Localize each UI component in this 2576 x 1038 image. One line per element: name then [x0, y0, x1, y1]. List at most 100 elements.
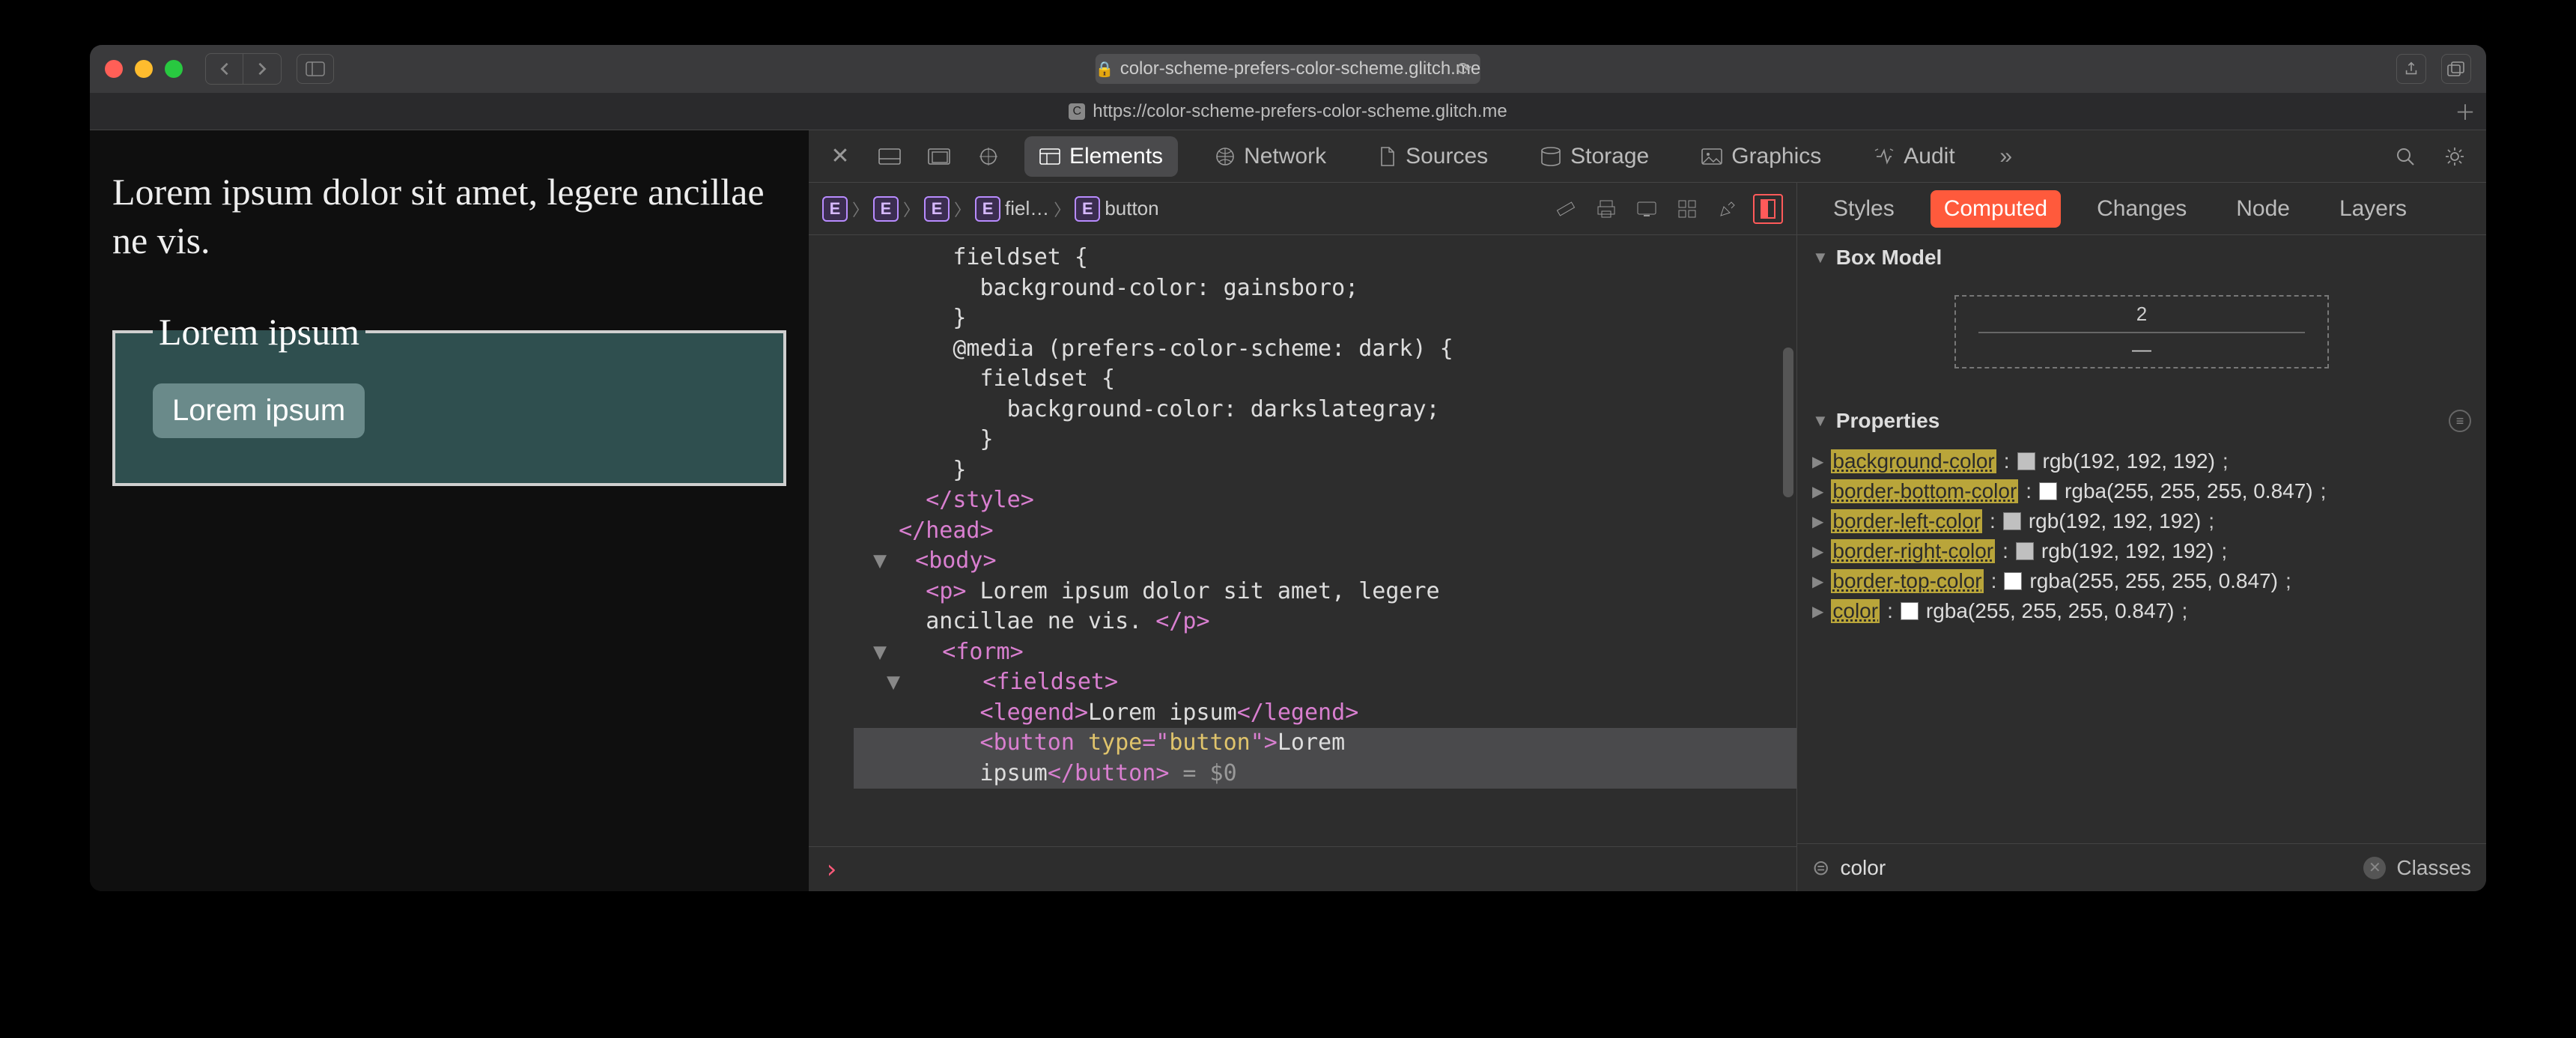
breadcrumb-badge: E	[1075, 196, 1100, 222]
minimize-window-button[interactable]	[135, 60, 153, 78]
elements-panel: E〉 E〉 E〉 E fiel…〉 E button	[809, 183, 1797, 891]
side-tab-node[interactable]: Node	[2223, 190, 2303, 228]
device-icon[interactable]	[1632, 194, 1662, 224]
breadcrumb-button: button	[1105, 197, 1158, 220]
print-styles-icon[interactable]	[1591, 194, 1621, 224]
tab-graphics-label: Graphics	[1731, 144, 1821, 169]
property-row[interactable]: ▶border-left-color: rgb(192, 192, 192);	[1812, 506, 2471, 536]
address-bar[interactable]: 🔒 color-scheme-prefers-color-scheme.glit…	[1096, 54, 1480, 84]
clear-filter-button[interactable]: ✕	[2363, 857, 2386, 879]
filter-icon: ⊜	[1812, 855, 1829, 880]
box-model-header[interactable]: ▼ Box Model	[1797, 235, 2486, 280]
close-window-button[interactable]	[105, 60, 123, 78]
tab-favicon: C	[1069, 103, 1085, 120]
settings-icon[interactable]	[2441, 143, 2468, 170]
tab-graphics[interactable]: Graphics	[1686, 136, 1836, 177]
lock-icon: 🔒	[1096, 60, 1114, 79]
tab-sources[interactable]: Sources	[1364, 136, 1503, 177]
reload-button[interactable]: ⟳	[1456, 58, 1471, 80]
elements-toolbar: E〉 E〉 E〉 E fiel…〉 E button	[809, 183, 1796, 235]
dock-bottom-icon[interactable]	[876, 143, 903, 170]
tab-title[interactable]: https://color-scheme-prefers-color-schem…	[1093, 101, 1507, 122]
tab-network-label: Network	[1244, 144, 1326, 169]
page-form: Lorem ipsum Lorem ipsum	[112, 310, 786, 486]
safari-window: 🔒 color-scheme-prefers-color-scheme.glit…	[90, 45, 2486, 891]
property-row[interactable]: ▶color: rgba(255, 255, 255, 0.847);	[1812, 596, 2471, 626]
color-swatch-icon	[2017, 452, 2035, 470]
inspector-body: E〉 E〉 E〉 E fiel…〉 E button	[809, 183, 2486, 891]
filter-bar: ⊜ ✕ Classes	[1797, 843, 2486, 891]
side-tabs: Styles Computed Changes Node Layers	[1797, 183, 2486, 235]
sidebar-toggle-button[interactable]	[297, 54, 334, 84]
forward-button[interactable]	[243, 54, 281, 84]
filter-input[interactable]	[1840, 856, 2353, 880]
zoom-window-button[interactable]	[165, 60, 183, 78]
storage-icon	[1540, 147, 1561, 166]
inspect-element-icon[interactable]	[975, 143, 1002, 170]
paint-icon[interactable]	[1713, 194, 1743, 224]
color-swatch-icon	[2003, 512, 2021, 530]
tab-bar: C https://color-scheme-prefers-color-sch…	[90, 93, 2486, 130]
tab-storage[interactable]: Storage	[1525, 136, 1664, 177]
tab-network[interactable]: Network	[1200, 136, 1341, 177]
compositing-icon[interactable]	[1753, 194, 1783, 224]
more-tabs-button[interactable]: »	[1993, 143, 2020, 170]
titlebar-right	[2396, 54, 2471, 84]
disclosure-triangle-icon: ▼	[1812, 248, 1829, 267]
color-swatch-icon	[1901, 602, 1919, 620]
page-button[interactable]: Lorem ipsum	[153, 383, 365, 438]
content-area: Lorem ipsum dolor sit amet, legere ancil…	[90, 130, 2486, 891]
tab-elements[interactable]: Elements	[1024, 136, 1178, 177]
property-row[interactable]: ▶border-top-color: rgba(255, 255, 255, 0…	[1812, 566, 2471, 596]
tabs-button[interactable]	[2441, 54, 2471, 84]
graphics-icon	[1701, 148, 1722, 165]
property-row[interactable]: ▶background-color: rgb(192, 192, 192);	[1812, 446, 2471, 476]
box-model-top: 2	[1956, 303, 2327, 326]
console-drawer[interactable]: ›	[809, 846, 1796, 891]
inspector-tabs: ✕ Elements Network Sources	[809, 130, 2486, 183]
new-tab-button[interactable]: ＋	[2455, 97, 2476, 127]
share-button[interactable]	[2396, 54, 2426, 84]
tab-audit-label: Audit	[1904, 144, 1954, 169]
property-row[interactable]: ▶border-bottom-color: rgba(255, 255, 255…	[1812, 476, 2471, 506]
box-model-diagram[interactable]: 2 —	[1812, 280, 2471, 391]
dom-tree[interactable]: fieldset { background-color: gainsboro; …	[809, 235, 1796, 846]
grid-icon[interactable]	[1672, 194, 1702, 224]
box-model-mid: —	[1978, 332, 2305, 361]
box-model-title: Box Model	[1836, 246, 1942, 270]
dock-side-icon[interactable]	[926, 143, 953, 170]
side-tab-layers[interactable]: Layers	[2326, 190, 2420, 228]
side-tab-styles[interactable]: Styles	[1820, 190, 1908, 228]
page-legend: Lorem ipsum	[153, 310, 365, 353]
tab-storage-label: Storage	[1570, 144, 1649, 169]
property-row[interactable]: ▶border-right-color: rgb(192, 192, 192);	[1812, 536, 2471, 566]
properties-title: Properties	[1836, 409, 1940, 433]
properties-header[interactable]: ▼ Properties ≡	[1797, 398, 2486, 443]
elements-icon	[1039, 148, 1060, 165]
tab-elements-label: Elements	[1069, 144, 1163, 169]
color-swatch-icon	[2039, 482, 2057, 500]
window-controls	[105, 60, 183, 78]
back-button[interactable]	[206, 54, 243, 84]
page-fieldset: Lorem ipsum Lorem ipsum	[112, 310, 786, 486]
scrollbar[interactable]	[1783, 347, 1793, 497]
network-icon	[1215, 147, 1235, 166]
breadcrumb-badge: E	[924, 196, 950, 222]
properties-options-icon[interactable]: ≡	[2449, 410, 2471, 432]
breadcrumb-badge: E	[873, 196, 899, 222]
breadcrumb-fiel: fiel…	[1005, 197, 1049, 220]
ruler-icon[interactable]	[1551, 194, 1581, 224]
breadcrumb[interactable]: E〉 E〉 E〉 E fiel…〉 E button	[822, 196, 1159, 222]
side-tab-changes[interactable]: Changes	[2083, 190, 2200, 228]
styles-sidebar: Styles Computed Changes Node Layers ▼ Bo…	[1797, 183, 2486, 891]
classes-button[interactable]: Classes	[2396, 856, 2471, 880]
tab-audit[interactable]: Audit	[1859, 136, 1969, 177]
audit-icon	[1874, 148, 1895, 166]
side-tab-computed[interactable]: Computed	[1931, 190, 2061, 228]
page-paragraph: Lorem ipsum dolor sit amet, legere ancil…	[112, 168, 786, 265]
tab-sources-label: Sources	[1406, 144, 1488, 169]
search-icon[interactable]	[2392, 143, 2419, 170]
url-text: color-scheme-prefers-color-scheme.glitch…	[1120, 58, 1480, 79]
close-inspector-button[interactable]: ✕	[827, 143, 854, 170]
rendered-page: Lorem ipsum dolor sit amet, legere ancil…	[90, 130, 809, 891]
